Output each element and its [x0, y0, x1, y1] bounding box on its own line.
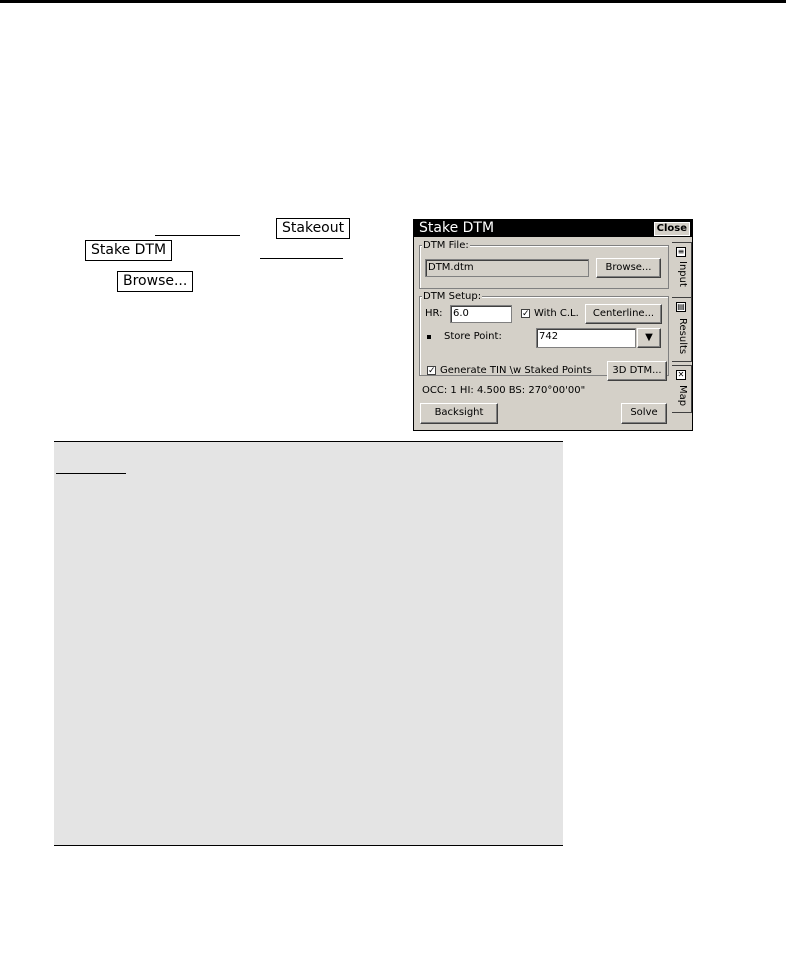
generate-tin-label: Generate TIN \w Staked Points — [440, 365, 592, 376]
results-icon: ▤ — [676, 302, 686, 312]
hr-label: HR: — [425, 308, 443, 319]
stake-dtm-key: Stake DTM — [85, 240, 173, 261]
note-block — [54, 441, 563, 846]
note-heading-underline — [56, 473, 126, 474]
underline-blank — [260, 258, 343, 259]
dtm-setup-group-label: DTM Setup: — [422, 291, 483, 303]
dtm-file-field[interactable]: DTM.dtm — [425, 259, 589, 277]
chevron-down-icon: ▼ — [645, 332, 653, 343]
dialog-title: Stake DTM — [419, 220, 495, 236]
bullet-icon — [427, 335, 431, 339]
stake-dtm-dialog: Stake DTM Close DTM File: DTM.dtm Browse… — [413, 219, 693, 431]
backsight-button[interactable]: Backsight — [420, 403, 498, 424]
tab-map-label: Map — [677, 385, 688, 407]
with-cl-checkbox[interactable]: ✓ — [521, 309, 530, 319]
store-point-dropdown-button[interactable]: ▼ — [637, 328, 661, 348]
close-button[interactable]: Close — [653, 222, 690, 236]
dtm-file-group-label: DTM File: — [422, 240, 470, 252]
top-rule — [0, 0, 786, 3]
tab-map[interactable]: ✕ Map — [672, 365, 692, 413]
generate-tin-checkbox[interactable]: ✓ — [427, 366, 436, 376]
with-cl-label: With C.L. — [534, 308, 579, 319]
centerline-button[interactable]: Centerline... — [585, 304, 662, 324]
tab-input-label: Input — [677, 261, 688, 287]
tab-results-label: Results — [677, 318, 688, 355]
browse-key: Browse... — [117, 271, 194, 292]
hr-input[interactable]: 6.0 — [450, 305, 512, 323]
status-line: OCC: 1 HI: 4.500 BS: 270°00'00" — [422, 385, 586, 396]
underline-blank — [155, 235, 240, 236]
3d-dtm-button[interactable]: 3D DTM... — [607, 361, 667, 381]
store-point-label: Store Point: — [444, 331, 502, 342]
tab-results[interactable]: ▤ Results — [672, 297, 692, 362]
map-icon: ✕ — [676, 370, 686, 380]
input-icon: ≡ — [676, 247, 686, 257]
solve-button[interactable]: Solve — [621, 403, 667, 424]
store-point-input[interactable]: 742 — [536, 328, 636, 348]
browse-button[interactable]: Browse... — [596, 258, 661, 278]
input-panel: DTM File: DTM.dtm Browse... DTM Setup: H… — [416, 239, 672, 429]
stakeout-key: Stakeout — [276, 218, 351, 239]
title-bar: Stake DTM Close — [414, 220, 692, 237]
